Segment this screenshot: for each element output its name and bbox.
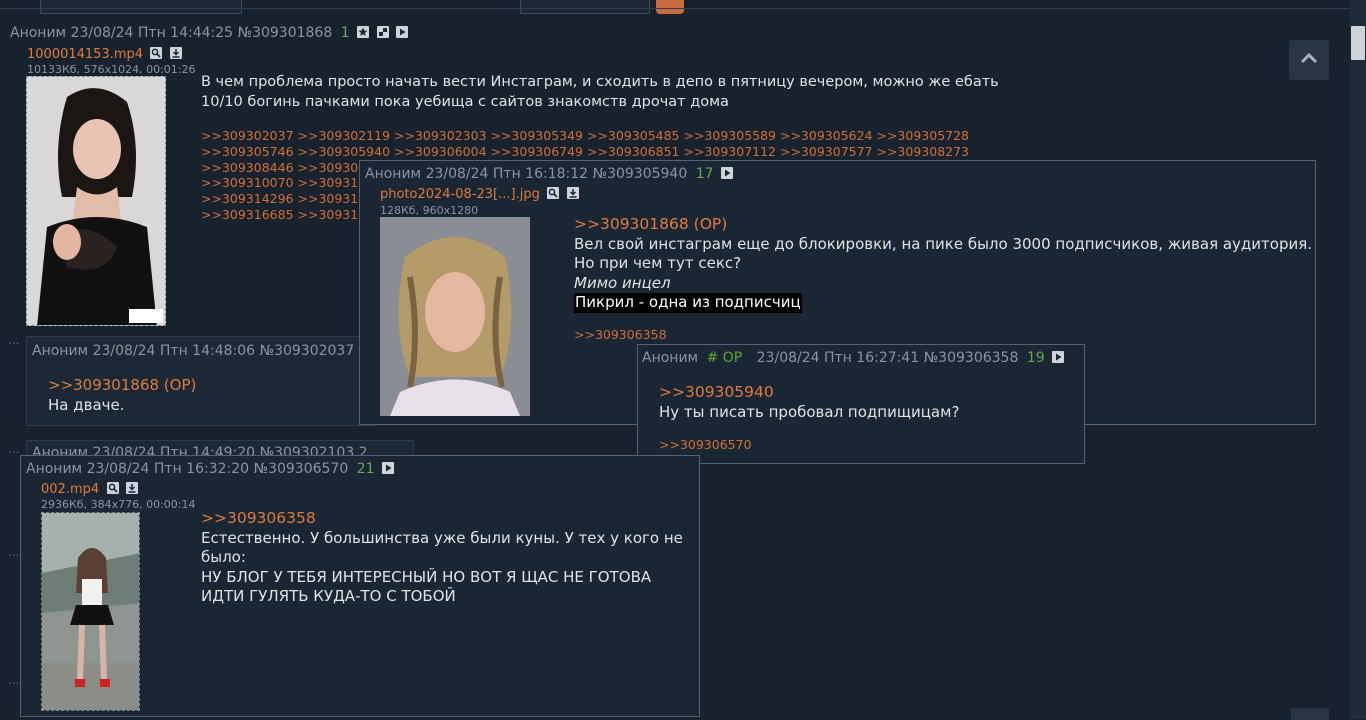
reply-text: На дваче.	[48, 395, 125, 414]
popup-body: >>309305940 Ну ты писать пробовал подпищ…	[659, 383, 959, 422]
file-link[interactable]: 002.mp4	[41, 482, 99, 497]
download-icon[interactable]	[566, 187, 579, 199]
play-icon[interactable]	[395, 26, 408, 38]
spoiler-text[interactable]: Пикрил - одна из подписчиц	[574, 293, 802, 313]
scrollbar-thumb[interactable]	[1351, 26, 1365, 60]
file-info: 2936Кб, 384x776, 00:00:14	[41, 498, 196, 511]
post-index: 19	[1026, 350, 1045, 366]
download-icon[interactable]	[126, 482, 139, 494]
post-number[interactable]: №309302037	[260, 343, 355, 359]
post-dots: ...	[8, 545, 20, 559]
reply-popup[interactable]: Аноним 23/08/24 Птн 16:32:20 №309306570 …	[20, 455, 700, 717]
popup-text-line: НУ БЛОГ У ТЕБЯ ИНТЕРЕСНЫЙ НО ВОТ Я ЩАС Н…	[201, 567, 652, 586]
popup-thumbnail[interactable]	[380, 217, 530, 416]
post-date: 23/08/24 Птн 14:44:25	[70, 25, 234, 41]
popup-text-line: Но при чем тут секс?	[574, 254, 742, 272]
op-file-row: 1000014153.mp4	[27, 46, 182, 62]
top-input[interactable]	[40, 0, 242, 14]
post-date: 23/08/24 Птн 16:18:12	[425, 166, 589, 182]
bottom-button[interactable]	[1291, 708, 1329, 720]
popup-text-line: Ну ты писать пробовал подпищицам?	[659, 402, 960, 421]
popup-reply-link[interactable]: >>309306358	[574, 327, 667, 343]
op-tag: # OP	[706, 350, 743, 366]
post-index: 21	[356, 461, 375, 477]
popup-body: >>309306358 Естественно. У большинства у…	[201, 509, 683, 607]
scrollbar[interactable]	[1350, 0, 1366, 719]
post-date: 23/08/24 Птн 16:32:20	[86, 461, 250, 477]
popup-text-line: Мимо инцел	[574, 273, 671, 292]
post-dots: ...	[8, 333, 20, 347]
popup-header: Аноним 23/08/24 Птн 16:18:12 №309305940 …	[365, 166, 733, 182]
search-icon[interactable]	[150, 47, 163, 59]
reply-post: Аноним 23/08/24 Птн 14:48:06 №309302037 …	[26, 336, 376, 426]
reply-links-line[interactable]: >>309302037 >>309302119 >>309302303 >>30…	[201, 128, 969, 144]
star-icon[interactable]	[357, 26, 370, 38]
reply-post-header: Аноним 23/08/24 Птн 14:48:06 №309302037	[32, 343, 354, 359]
quote-link[interactable]: >>309301868 (OP)	[48, 376, 196, 396]
post-number[interactable]: №309306358	[924, 350, 1019, 366]
popup-body: >>309301868 (OP) Вел свой инстаграм еще …	[574, 215, 1312, 313]
op-file-info: 10133Кб, 576x1024, 00:01:26	[27, 63, 196, 76]
post-number[interactable]: №309301868	[238, 25, 333, 41]
popup-text-line: ИДТИ ГУЛЯТЬ КУДА-ТО С ТОБОЙ	[201, 587, 456, 605]
play-icon[interactable]	[1052, 351, 1065, 363]
search-icon[interactable]	[547, 187, 560, 199]
post-dots: ...	[8, 442, 20, 456]
post-index: 17	[695, 166, 714, 182]
post-dots: ...	[8, 673, 20, 687]
op-text-line: 10/10 богинь пачками пока уебища с сайто…	[201, 93, 729, 110]
quote-link[interactable]: >>309306358	[201, 509, 683, 529]
top-divider	[0, 8, 1350, 9]
post-index: 1	[340, 25, 350, 41]
post-author: Аноним	[642, 350, 699, 366]
post-date: 23/08/24 Птн 14:48:06	[92, 343, 256, 359]
top-search-box[interactable]	[520, 0, 650, 14]
popup-header: Аноним # OP 23/08/24 Птн 16:27:41 №30930…	[642, 350, 1065, 366]
quote-link[interactable]: >>309305940	[659, 383, 959, 403]
popup-header: Аноним 23/08/24 Птн 16:32:20 №309306570 …	[26, 461, 394, 477]
reply-popup[interactable]: Аноним # OP 23/08/24 Птн 16:27:41 №30930…	[637, 344, 1085, 464]
reply-post-body: >>309301868 (OP) На дваче.	[48, 376, 196, 415]
post-number[interactable]: №309306570	[254, 461, 349, 477]
post-number[interactable]: №309305940	[593, 166, 688, 182]
file-info: 128Кб, 960x1280	[380, 204, 479, 217]
download-icon[interactable]	[169, 47, 182, 59]
op-thumbnail[interactable]	[26, 76, 166, 326]
popup-reply-link[interactable]: >>309306570	[659, 437, 752, 453]
post-author: Аноним	[32, 343, 89, 359]
post-date: 23/08/24 Птн 16:27:41	[756, 350, 920, 366]
popup-file-row: 002.mp4	[41, 481, 139, 497]
top-strip	[0, 0, 1350, 14]
op-text-line: В чем проблема просто начать вести Инста…	[201, 74, 999, 90]
popup-text-line: было:	[201, 548, 246, 566]
popup-text-line: Вел свой инстаграм еще до блокировки, на…	[574, 234, 1313, 253]
file-link[interactable]: photo2024-08-23[...].jpg	[380, 187, 540, 202]
popup-text-line: Естественно. У большинства уже были куны…	[201, 528, 683, 547]
play-icon[interactable]	[381, 462, 394, 474]
expand-icon[interactable]	[376, 26, 389, 38]
post-author: Аноним	[365, 166, 422, 182]
reply-links-line[interactable]: >>309305746 >>309305940 >>309306004 >>30…	[201, 144, 969, 160]
post-author: Аноним	[10, 25, 67, 41]
search-icon[interactable]	[106, 482, 119, 494]
op-file-link[interactable]: 1000014153.mp4	[27, 47, 143, 62]
popup-file-row: photo2024-08-23[...].jpg	[380, 186, 579, 202]
op-text: В чем проблема просто начать вести Инста…	[201, 73, 999, 112]
popup-thumbnail[interactable]	[41, 512, 140, 711]
scroll-top-button[interactable]	[1289, 40, 1329, 80]
op-post-header: Аноним 23/08/24 Птн 14:44:25 №309301868 …	[10, 25, 408, 41]
play-icon[interactable]	[720, 167, 733, 179]
post-author: Аноним	[26, 461, 83, 477]
top-orange-button[interactable]	[656, 0, 684, 14]
quote-link[interactable]: >>309301868 (OP)	[574, 215, 1312, 235]
chevron-up-icon	[1300, 52, 1318, 68]
